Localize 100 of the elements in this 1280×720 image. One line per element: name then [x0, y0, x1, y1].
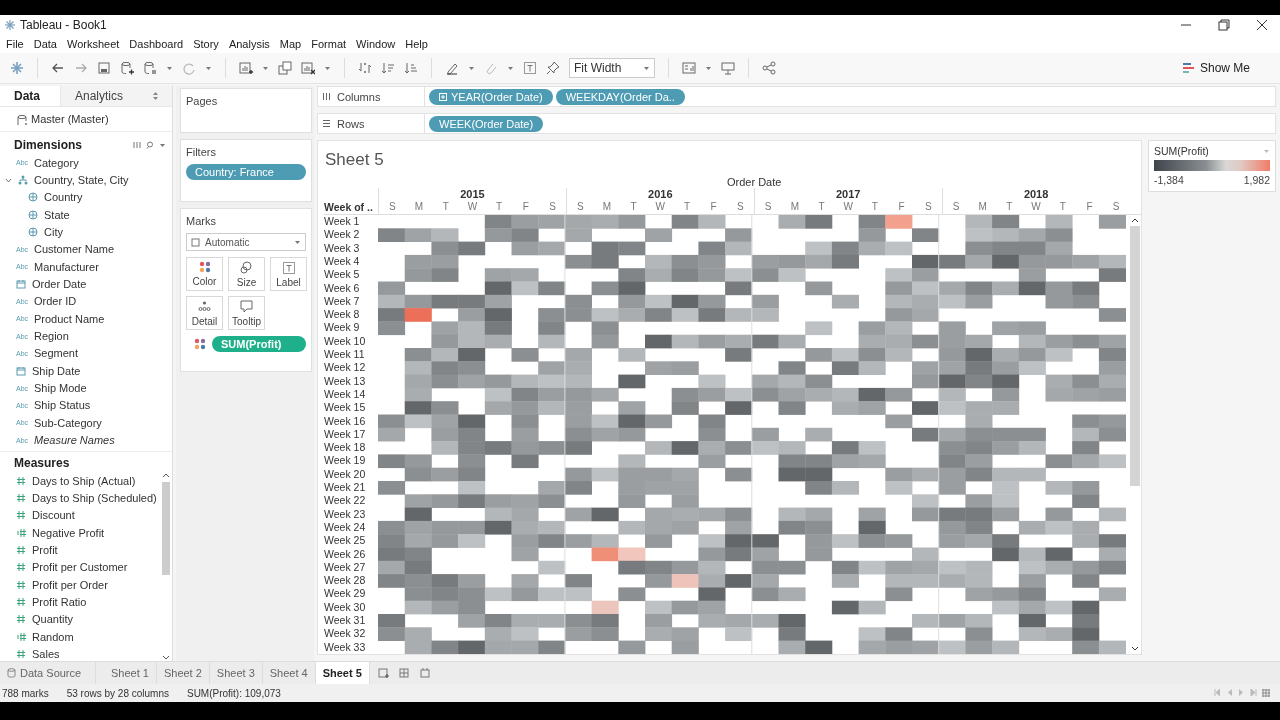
field-item[interactable]: Region	[34, 330, 69, 343]
caret-icon[interactable]	[166, 64, 173, 72]
data-source-name[interactable]: Master (Master)	[31, 113, 109, 125]
close-icon[interactable]	[1256, 18, 1268, 31]
field-item[interactable]: Country, State, City	[34, 174, 129, 186]
section-heading: Dimensions	[14, 138, 83, 152]
refresh-icon[interactable]	[182, 61, 196, 75]
field-item[interactable]: Sales	[32, 647, 60, 660]
caret-icon[interactable]	[159, 141, 166, 149]
card-icon[interactable]	[682, 61, 696, 75]
new-sheet-icon[interactable]	[377, 667, 389, 679]
presentation-icon[interactable]	[721, 61, 735, 75]
new-dashboard-icon[interactable]	[398, 667, 410, 679]
back-icon[interactable]	[51, 61, 65, 75]
row-label: Week 5	[324, 268, 361, 282]
field-item[interactable]: Manufacturer	[34, 260, 99, 273]
field-item[interactable]: Country	[44, 191, 83, 204]
field-item[interactable]: Ship Mode	[34, 382, 87, 395]
field-item[interactable]: Sub-Category	[34, 416, 102, 429]
field-item[interactable]: Measure Names	[34, 434, 115, 447]
field-item[interactable]: Profit	[32, 543, 58, 556]
field-item[interactable]: Ship Date	[32, 364, 81, 377]
menu-item[interactable]: Story	[189, 37, 225, 50]
field-item[interactable]: Segment	[34, 347, 79, 360]
field-item[interactable]: Profit Ratio	[32, 595, 87, 608]
menu-item[interactable]: Map	[275, 37, 308, 50]
field-item[interactable]: Profit per Order	[32, 578, 108, 591]
menu-item[interactable]: File	[2, 37, 30, 50]
field-item[interactable]: Order ID	[34, 295, 77, 308]
columns-icon[interactable]	[133, 141, 141, 149]
menu-item[interactable]: Analysis	[224, 37, 276, 50]
share-icon[interactable]	[762, 61, 776, 75]
legend-max: 1,982	[1243, 174, 1270, 186]
new-chart-icon[interactable]	[239, 61, 253, 75]
sheet-tab[interactable]: Sheet 5	[315, 662, 370, 684]
new-story-icon[interactable]	[419, 667, 431, 679]
menu-item[interactable]: Dashboard	[125, 37, 190, 50]
caret-icon[interactable]	[1263, 147, 1270, 155]
chevron-down-icon[interactable]	[5, 176, 12, 184]
forward-icon[interactable]	[74, 61, 88, 75]
sort-arrows-icon	[153, 92, 158, 100]
field-item[interactable]: Days to Ship (Scheduled)	[32, 491, 157, 504]
menu-item[interactable]: Worksheet	[63, 37, 126, 50]
mark-button[interactable]: Tooltip	[228, 296, 265, 330]
new-data-source-icon[interactable]	[120, 61, 134, 75]
menu-item[interactable]: Data	[29, 37, 63, 50]
mark-button[interactable]: Detail	[186, 296, 223, 330]
scrollbar[interactable]	[160, 471, 172, 661]
pin-icon[interactable]	[546, 61, 560, 75]
caret-icon[interactable]	[507, 64, 514, 72]
restore-icon[interactable]	[1218, 18, 1230, 31]
show-me-button[interactable]: Show Me	[1175, 60, 1256, 76]
mark-button[interactable]: Label	[270, 257, 307, 291]
menu-item[interactable]: Help	[401, 37, 434, 50]
number-icon	[16, 544, 26, 555]
database-icon[interactable]	[143, 61, 157, 75]
tableau-logo-icon[interactable]	[10, 61, 24, 75]
field-item[interactable]: Random	[32, 630, 74, 643]
text-box-icon	[282, 260, 295, 274]
duplicate-icon[interactable]	[278, 61, 292, 75]
weekday-header: T	[870, 201, 879, 215]
field-item[interactable]: Ship Status	[34, 399, 91, 412]
field-item[interactable]: Quantity	[32, 613, 73, 626]
color-dots-icon	[194, 338, 206, 350]
pane-tab[interactable]: Analytics	[60, 86, 172, 106]
search-icon[interactable]	[146, 141, 154, 149]
number-icon	[16, 579, 26, 590]
field-item[interactable]: Order Date	[32, 278, 87, 291]
caret-icon[interactable]	[205, 64, 212, 72]
mark-button[interactable]: Color	[186, 257, 223, 291]
card-title: Filters	[186, 146, 217, 158]
caret-icon[interactable]	[262, 64, 269, 72]
field-item[interactable]: State	[44, 208, 70, 221]
field-item[interactable]: Category	[34, 156, 79, 169]
mark-type-dropdown[interactable]: Automatic	[186, 233, 306, 251]
field-item[interactable]: Days to Ship (Actual)	[32, 474, 136, 487]
caret-icon[interactable]	[468, 64, 475, 72]
caret-icon[interactable]	[324, 64, 331, 72]
field-item[interactable]: Product Name	[34, 312, 105, 325]
sort-ascending-icon[interactable]	[381, 61, 395, 75]
caret-icon[interactable]	[705, 64, 712, 72]
text-box-icon[interactable]	[523, 61, 537, 75]
swap-icon[interactable]	[358, 61, 372, 75]
field-item[interactable]: City	[44, 226, 63, 239]
paperclip-icon[interactable]	[484, 61, 498, 75]
mark-button[interactable]: Size	[228, 257, 265, 291]
menu-item[interactable]: Format	[307, 37, 353, 50]
save-icon[interactable]	[97, 61, 111, 75]
field-item[interactable]: Negative Profit	[32, 526, 105, 539]
row-label: Week 20	[324, 467, 367, 482]
weekday-header: S	[548, 201, 557, 215]
field-item[interactable]: Profit per Customer	[32, 561, 128, 574]
grid-icon[interactable]	[1262, 689, 1270, 697]
fit-dropdown[interactable]: Fit Width	[569, 58, 655, 78]
pen-icon[interactable]	[445, 61, 459, 75]
field-item[interactable]: Discount	[32, 509, 75, 522]
clear-chart-icon[interactable]	[301, 61, 315, 75]
menu-item[interactable]: Window	[352, 37, 402, 50]
sort-descending-icon[interactable]	[404, 61, 418, 75]
field-item[interactable]: Customer Name	[34, 243, 115, 256]
